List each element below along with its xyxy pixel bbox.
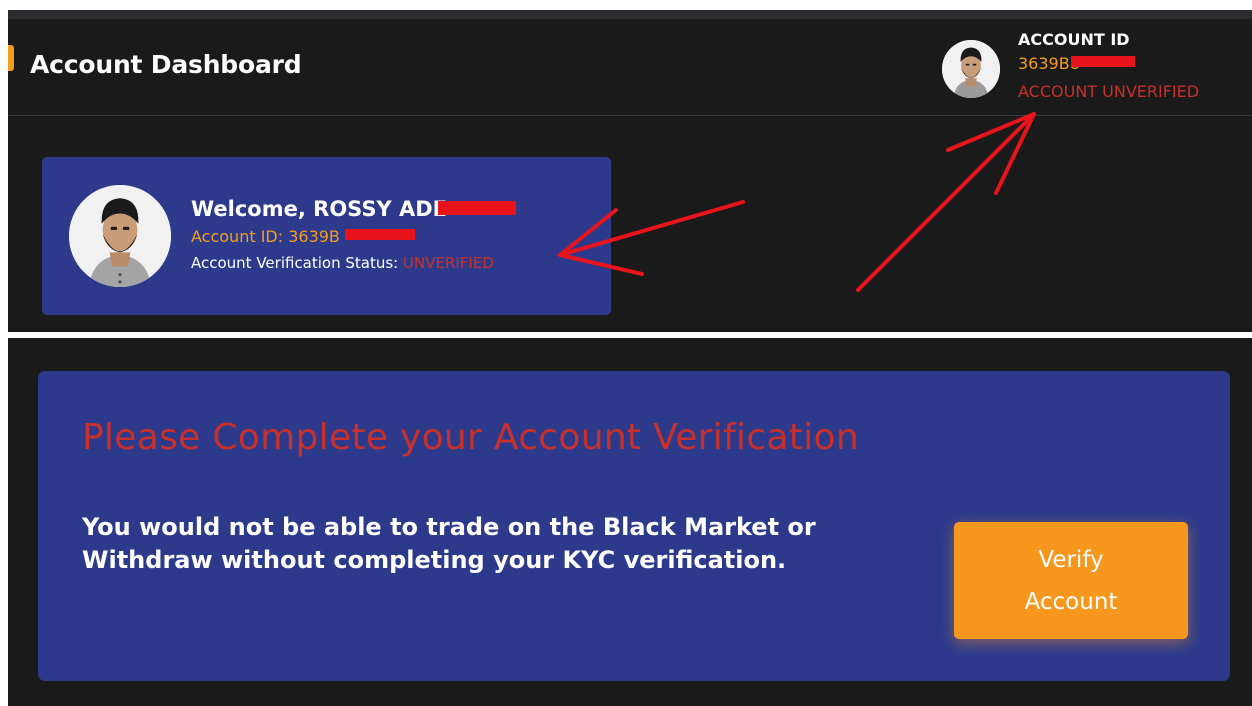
account-status: ACCOUNT UNVERIFIED xyxy=(1018,82,1200,101)
user-avatar-icon xyxy=(69,185,171,287)
verification-status-label: Account Verification Status: xyxy=(191,254,403,272)
kyc-notice-card: Please Complete your Account Verificatio… xyxy=(38,371,1230,681)
account-id-label: ACCOUNT ID xyxy=(1018,30,1130,49)
sidebar-accent-tab xyxy=(8,45,14,71)
header-divider xyxy=(8,115,1252,116)
redaction-bar xyxy=(438,201,516,215)
redaction-bar xyxy=(345,229,415,240)
redaction-bar xyxy=(1071,56,1135,67)
card-account-id: Account ID: 3639B xyxy=(191,227,340,246)
welcome-card: Welcome, ROSSY ADE Account ID: 3639B Acc… xyxy=(42,157,611,315)
verification-status: Account Verification Status: UNVERIFIED xyxy=(191,254,494,272)
top-strip xyxy=(8,10,1252,19)
verify-account-button[interactable]: Verify Account xyxy=(954,522,1188,639)
welcome-greeting: Welcome, ROSSY ADE xyxy=(191,197,448,221)
kyc-message: You would not be able to trade on the Bl… xyxy=(82,513,816,574)
page-title: Account Dashboard xyxy=(30,50,302,79)
user-avatar-icon[interactable] xyxy=(942,40,1000,98)
verification-status-value: UNVERIFIED xyxy=(403,254,494,272)
kyc-heading: Please Complete your Account Verificatio… xyxy=(82,417,859,458)
dashboard-header-panel: Account Dashboard ACCOUNT ID 3639B8 ACCO… xyxy=(8,10,1252,332)
kyc-panel: Please Complete your Account Verificatio… xyxy=(8,338,1252,706)
